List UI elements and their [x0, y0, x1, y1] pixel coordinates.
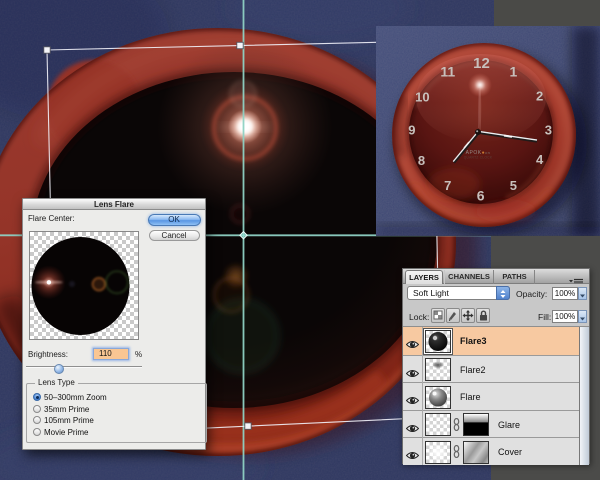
- svg-text:9: 9: [408, 123, 415, 138]
- svg-text:6: 6: [477, 188, 485, 204]
- svg-text:11: 11: [440, 64, 455, 80]
- svg-text:12: 12: [473, 55, 490, 72]
- svg-text:3: 3: [545, 123, 552, 138]
- svg-text:8: 8: [418, 153, 425, 168]
- svg-text:4: 4: [536, 152, 544, 167]
- svg-text:7: 7: [444, 178, 451, 193]
- svg-text:10: 10: [415, 90, 429, 105]
- svg-text:2: 2: [536, 89, 543, 104]
- svg-text:1: 1: [510, 64, 518, 80]
- svg-text:QUARTZ CLOCK: QUARTZ CLOCK: [464, 156, 493, 160]
- svg-text:5: 5: [510, 178, 517, 193]
